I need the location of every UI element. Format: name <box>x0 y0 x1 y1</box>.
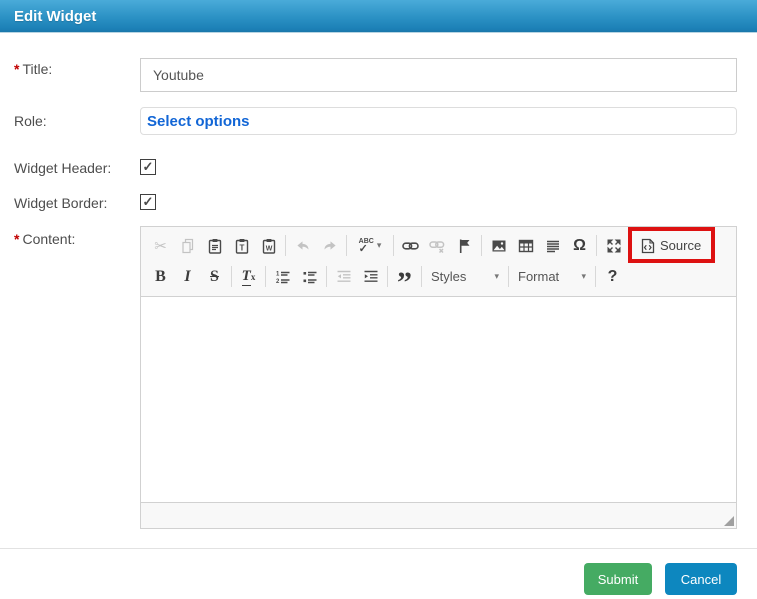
widget-header-checkbox[interactable]: ✓ <box>140 159 156 175</box>
copy-icon[interactable] <box>174 232 201 259</box>
toolbar-row-2: B I S Tx 12 ” Styles ▾ Format ▾ ? <box>147 261 730 297</box>
source-doc-icon <box>641 238 655 253</box>
resize-handle-icon[interactable] <box>724 516 734 526</box>
cut-icon[interactable]: ✂ <box>147 232 174 259</box>
blockquote-icon[interactable]: ” <box>391 263 418 297</box>
italic-icon[interactable]: I <box>174 263 201 290</box>
special-character-icon[interactable]: Ω <box>566 232 593 259</box>
checkmark-icon: ✓ <box>142 159 154 174</box>
bulleted-list-icon[interactable] <box>296 263 323 290</box>
toolbar-row-1: ✂ T W ABC ✓ ▾ Ω Source <box>147 227 730 263</box>
submit-button[interactable]: Submit <box>584 563 652 595</box>
widget-border-label-text: Widget Border: <box>14 195 108 211</box>
spell-check-glyph: ABC ✓ <box>358 238 374 255</box>
widget-header-label-text: Widget Header: <box>14 160 112 176</box>
toolbar-separator <box>346 235 347 256</box>
bold-icon[interactable]: B <box>147 263 174 290</box>
strikethrough-icon[interactable]: S <box>201 263 228 290</box>
required-asterisk: * <box>14 61 20 77</box>
remove-format-t: T <box>241 267 251 286</box>
svg-text:2: 2 <box>276 279 280 285</box>
horizontal-line-icon[interactable] <box>539 232 566 259</box>
unlink-icon[interactable] <box>424 232 451 259</box>
checkmark-icon: ✓ <box>142 194 154 209</box>
check-glyph: ✓ <box>358 243 368 255</box>
footer-divider <box>0 548 757 549</box>
table-icon[interactable] <box>512 232 539 259</box>
about-help-icon[interactable]: ? <box>599 263 626 290</box>
dialog-header: Edit Widget <box>0 0 757 33</box>
title-label: * Title: <box>14 61 52 77</box>
styles-dropdown[interactable]: Styles ▾ <box>425 263 505 290</box>
link-icon[interactable] <box>397 232 424 259</box>
spell-check-icon[interactable]: ABC ✓ ▾ <box>350 232 390 259</box>
source-button-label: Source <box>660 238 702 253</box>
select-options-link[interactable]: Select options <box>147 113 250 130</box>
anchor-flag-icon[interactable] <box>451 232 478 259</box>
toolbar-separator <box>421 266 422 287</box>
toolbar-separator <box>393 235 394 256</box>
toolbar-separator <box>630 235 631 256</box>
content-label-text: Content: <box>22 231 76 247</box>
caret-down-icon: ▾ <box>494 271 499 281</box>
edit-widget-dialog: Edit Widget *Title: Role: Select options… <box>0 0 757 599</box>
title-label-text: Title: <box>22 61 53 77</box>
toolbar-separator <box>326 266 327 287</box>
role-label-text: Role: <box>14 113 47 129</box>
content-label: * Content: <box>14 231 75 247</box>
toolbar-separator <box>595 266 596 287</box>
remove-format-x: x <box>250 271 256 282</box>
numbered-list-icon[interactable]: 12 <box>269 263 296 290</box>
caret-down-icon: ▾ <box>376 240 382 250</box>
paste-plain-text-icon[interactable]: T <box>228 232 255 259</box>
svg-text:1: 1 <box>276 271 280 277</box>
required-asterisk: * <box>14 231 20 247</box>
toolbar-separator <box>387 266 388 287</box>
toolbar-separator <box>508 266 509 287</box>
toolbar-separator <box>481 235 482 256</box>
format-dropdown[interactable]: Format ▾ <box>512 263 592 290</box>
toolbar-separator <box>285 235 286 256</box>
paste-from-word-icon[interactable]: W <box>255 232 282 259</box>
editor-toolbar: ✂ T W ABC ✓ ▾ Ω Source B I S T x 1 2 ” S… <box>141 227 736 297</box>
undo-icon[interactable] <box>289 232 316 259</box>
format-dropdown-label: Format <box>518 269 560 284</box>
widget-header-label: Widget Header: <box>14 160 111 176</box>
remove-format-icon[interactable]: Tx <box>235 263 262 290</box>
decrease-indent-icon[interactable] <box>330 263 357 290</box>
paste-icon[interactable] <box>201 232 228 259</box>
svg-text:T: T <box>239 243 244 252</box>
toolbar-separator <box>265 266 266 287</box>
styles-dropdown-label: Styles <box>431 269 467 284</box>
role-label: Role: <box>14 113 47 129</box>
title-input[interactable] <box>140 58 737 92</box>
role-select-box[interactable]: Select options <box>140 107 737 135</box>
image-icon[interactable] <box>485 232 512 259</box>
cancel-button[interactable]: Cancel <box>665 563 737 595</box>
increase-indent-icon[interactable] <box>357 263 384 290</box>
caret-down-icon: ▾ <box>581 271 586 281</box>
dialog-title: Edit Widget <box>14 7 97 25</box>
svg-text:W: W <box>265 245 272 252</box>
widget-border-checkbox[interactable]: ✓ <box>140 194 156 210</box>
widget-border-label: Widget Border: <box>14 195 107 211</box>
source-button[interactable]: Source <box>628 227 716 263</box>
toolbar-separator <box>231 266 232 287</box>
editor-footer-bar <box>141 502 736 528</box>
editor-content-area[interactable] <box>141 297 736 502</box>
toolbar-separator <box>596 235 597 256</box>
redo-icon[interactable] <box>316 232 343 259</box>
rich-text-editor: ✂ T W ABC ✓ ▾ Ω Source B I S T x 1 2 ” S… <box>140 226 737 529</box>
maximize-icon[interactable] <box>600 232 627 259</box>
